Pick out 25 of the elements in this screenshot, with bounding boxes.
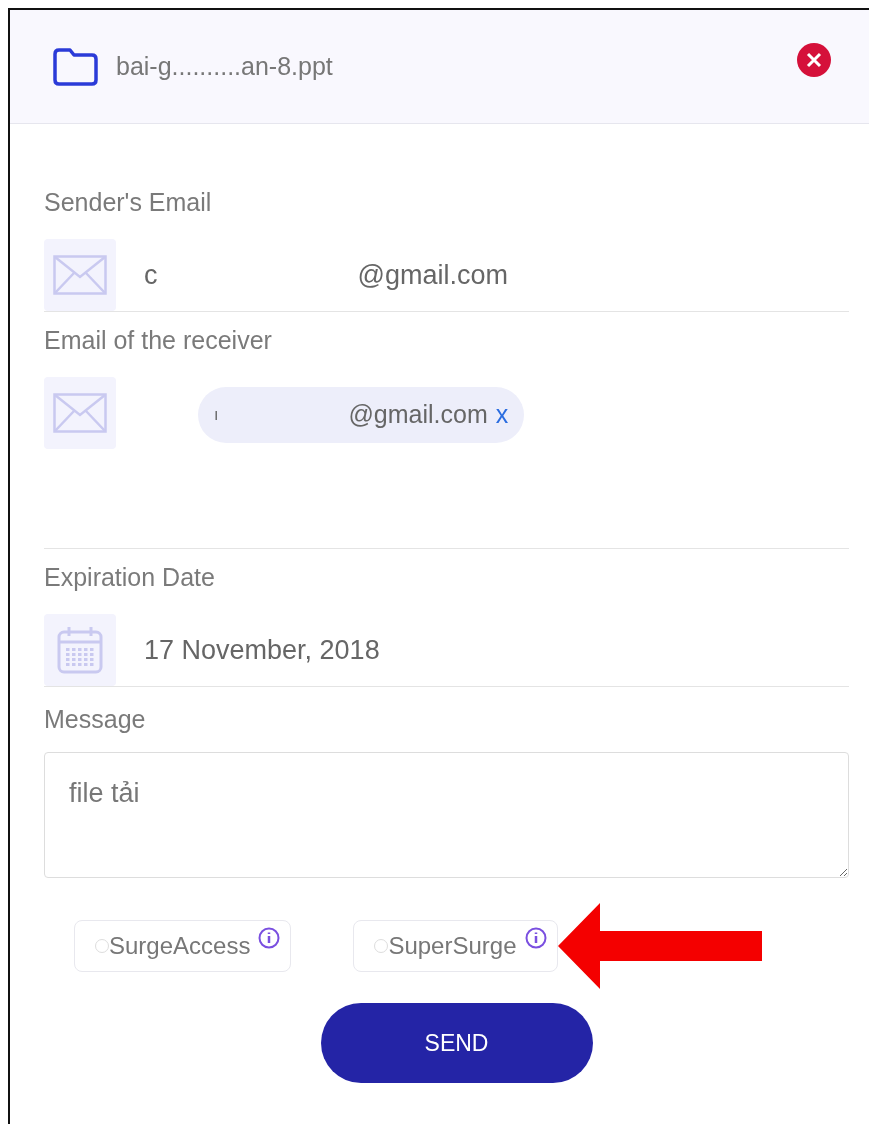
field-label: Email of the receiver [44,324,273,356]
option-label: SurgeAccess [109,931,251,961]
field-label: Expiration Date [44,562,216,593]
folder-icon [52,47,98,86]
info-icon[interactable] [258,927,281,949]
remove-button[interactable]: x [495,396,509,434]
field-label: Message [44,703,147,735]
option-radio[interactable]: SurgeAccess [74,920,292,972]
send-button[interactable]: SEND [320,1003,593,1083]
email-text-start: ı [214,405,219,425]
field-label: Sender's Email [44,187,213,218]
calendar-icon [44,614,116,686]
file-name: bai-g..........an-8.ppt [116,50,333,82]
email-text-end: @gmail.com [357,258,508,292]
envelope-icon [44,239,116,311]
envelope-icon [44,377,116,449]
date-text: 17 November, 2018 [144,633,380,667]
option-radio[interactable]: SuperSurge [353,920,558,972]
option-label: SuperSurge [388,931,517,961]
email-text-end: @gmail.com [348,399,488,431]
info-icon[interactable] [524,927,547,949]
close-button[interactable] [797,42,831,77]
email-text-start: c [144,258,158,292]
message-field[interactable]: file tải [44,752,849,878]
close-icon[interactable] [806,51,822,68]
